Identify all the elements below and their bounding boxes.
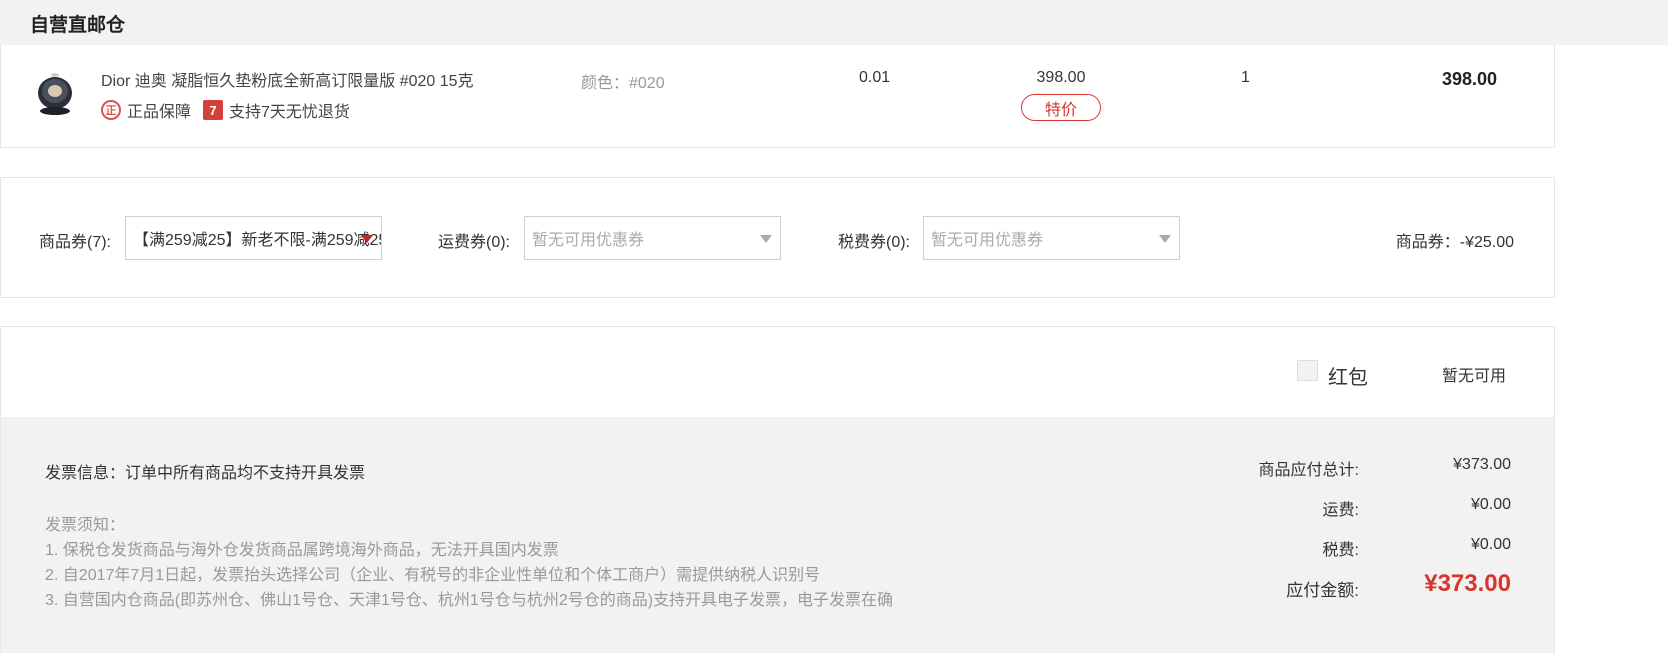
shipping-coupon-value: 暂无可用优惠券 [532,232,645,249]
goods-coupon-label: 商品券(7): [39,234,112,251]
payable-row: 应付金额: ¥373.00 [1201,570,1511,600]
payable-value: ¥373.00 [1424,570,1511,597]
product-name[interactable]: Dior 迪奥 凝脂恒久垫粉底全新高订限量版 #020 15克 [101,67,474,91]
tax-coupon-label: 税费券(0): [838,234,911,251]
product-row: Dior 迪奥 凝脂恒久垫粉底全新高订限量版 #020 15克 正 正品保障 7… [0,45,1555,148]
warehouse-title: 自营直邮仓 [30,15,126,36]
order-summary-panel: 发票信息：订单中所有商品均不支持开具发票 发票须知： 1. 保税仓发货商品与海外… [0,417,1555,653]
invoice-info: 发票信息：订单中所有商品均不支持开具发票 [45,465,366,482]
invoice-note-item: 2. 自2017年7月1日起，发票抬头选择公司（企业、有税号的非企业性单位和个体… [45,567,821,584]
tax-coupon-value: 暂无可用优惠券 [931,232,1044,249]
goods-coupon-value: 【满259减25】新老不限-满259减25 [133,232,381,249]
dropdown-caret-icon [1159,235,1171,243]
shipping-label: 运费: [1322,502,1359,519]
product-quantity: 1 [1241,69,1250,86]
shipping-coupon-select[interactable]: 暂无可用优惠券 [524,216,781,260]
red-packet-label: 红包 [1328,367,1368,389]
goods-total-label: 商品应付总计: [1258,462,1359,479]
seven-day-return-icon: 7 [203,100,224,120]
coupon-discount: 商品券：-¥25.00 [1396,228,1514,252]
dropdown-caret-icon [760,235,772,243]
shipping-value: ¥0.00 [1470,496,1511,513]
invoice-note-item: 1. 保税仓发货商品与海外仓发货商品属跨境海外商品，无法开具国内发票 [45,542,559,559]
genuine-guarantee-label: 正品保障 [127,104,192,121]
warehouse-header: 自营直邮仓 [0,0,1668,45]
return-policy-label: 支持7天无忧退货 [229,104,350,121]
shipping-row: 运费: ¥0.00 [1201,496,1511,520]
coupon-panel: 商品券(7): 【满259减25】新老不限-满259减25 运费券(0): 暂无… [0,177,1555,298]
product-subtotal: 398.00 [1441,69,1497,89]
guarantee-row: 正 正品保障 7 支持7天无忧退货 [101,99,350,121]
tax-value: ¥0.00 [1470,536,1511,553]
invoice-note-item: 3. 自营国内仓商品(即苏州仓、佛山1号仓、天津1号仓、杭州1号仓与杭州2号仓的… [45,592,894,609]
genuine-guarantee-icon: 正 [101,100,121,120]
dropdown-caret-icon [361,235,373,243]
product-price: 398.00 [1036,69,1086,86]
tax-row: 税费: ¥0.00 [1201,536,1511,560]
coupon-discount-label: 商品券： [1395,234,1460,251]
goods-total-row: 商品应付总计: ¥373.00 [1201,456,1511,480]
invoice-notes-title: 发票须知： [45,517,126,534]
tax-label: 税费: [1322,542,1359,559]
red-packet-status: 暂无可用 [1442,368,1507,385]
special-price-tag: 特价 [1021,94,1101,121]
goods-coupon-select[interactable]: 【满259减25】新老不限-满259减25 [125,216,382,260]
tax-coupon-select[interactable]: 暂无可用优惠券 [923,216,1180,260]
product-thumbnail[interactable] [33,69,77,119]
goods-total-value: ¥373.00 [1453,456,1511,473]
product-weight: 0.01 [859,69,891,86]
payable-label: 应付金额: [1286,581,1359,600]
red-packet-panel: 红包 暂无可用 [0,326,1555,417]
shipping-coupon-label: 运费券(0): [438,234,511,251]
product-color: 颜色：#020 [581,75,665,92]
coupon-discount-value: -¥25.00 [1459,234,1514,251]
invoice-notes: 发票须知： 1. 保税仓发货商品与海外仓发货商品属跨境海外商品，无法开具国内发票… [45,513,893,613]
red-packet-checkbox[interactable] [1297,360,1318,381]
